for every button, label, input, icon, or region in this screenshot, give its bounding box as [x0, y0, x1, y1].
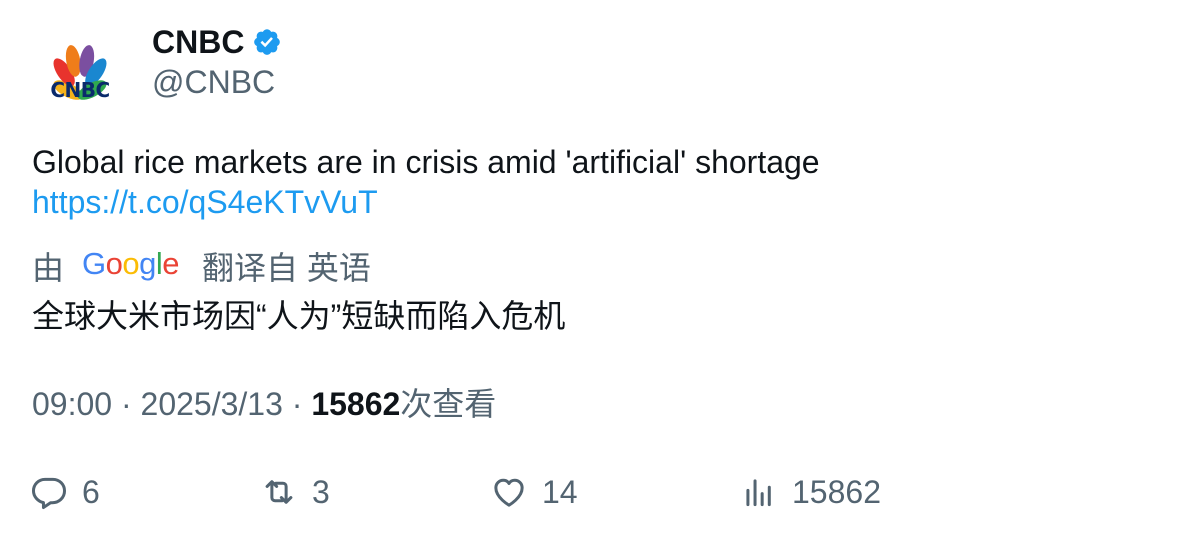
- verified-badge-icon[interactable]: [252, 27, 282, 57]
- views-count: 15862: [792, 473, 881, 510]
- reply-icon: [31, 477, 67, 510]
- heart-icon: [494, 478, 524, 507]
- analytics-icon: [746, 479, 771, 507]
- google-logo-icon: Google: [82, 246, 182, 290]
- avatar[interactable]: CNBC: [32, 24, 128, 120]
- meta-separator: ·: [112, 386, 141, 422]
- meta-separator: ·: [282, 386, 312, 422]
- tweet-date[interactable]: 2025/3/13: [141, 386, 283, 422]
- tweet-link[interactable]: https://t.co/qS4eKTvVuT: [32, 182, 820, 222]
- reply-count: 6: [82, 473, 100, 510]
- avatar-logo-text: CNBC: [50, 78, 110, 102]
- like-count: 14: [542, 473, 578, 510]
- translation-attribution: 由 Google 翻译自 英语: [32, 246, 371, 290]
- view-count-label: 次查看: [400, 386, 497, 422]
- tweet-time[interactable]: 09:00: [32, 386, 112, 422]
- tweet-text: Global rice markets are in crisis amid '…: [32, 144, 820, 180]
- cnbc-peacock-logo-icon: [53, 45, 107, 100]
- translation-suffix[interactable]: 翻译自 英语: [202, 248, 371, 288]
- author-handle[interactable]: @CNBC: [152, 64, 282, 100]
- translation-prefix: 由: [32, 250, 65, 286]
- author-display-name[interactable]: CNBC: [152, 24, 282, 60]
- views-button[interactable]: 15862: [740, 470, 881, 514]
- retweet-button[interactable]: 3: [260, 470, 330, 514]
- reply-button[interactable]: 6: [30, 470, 100, 514]
- tweet-body: Global rice markets are in crisis amid '…: [32, 142, 820, 222]
- translated-text: 全球大米市场因“人为”短缺而陷入危机: [32, 298, 566, 334]
- retweet-count: 3: [312, 473, 330, 510]
- author-name-text: CNBC: [152, 24, 245, 60]
- author-block: CNBC @CNBC: [152, 24, 282, 100]
- tweet-meta: 09:00 · 2025/3/13 · 15862次查看: [32, 384, 496, 424]
- retweet-icon: [265, 480, 293, 504]
- view-count: 15862: [311, 386, 401, 422]
- svg-text:Google: Google: [82, 247, 179, 281]
- like-button[interactable]: 14: [490, 470, 578, 514]
